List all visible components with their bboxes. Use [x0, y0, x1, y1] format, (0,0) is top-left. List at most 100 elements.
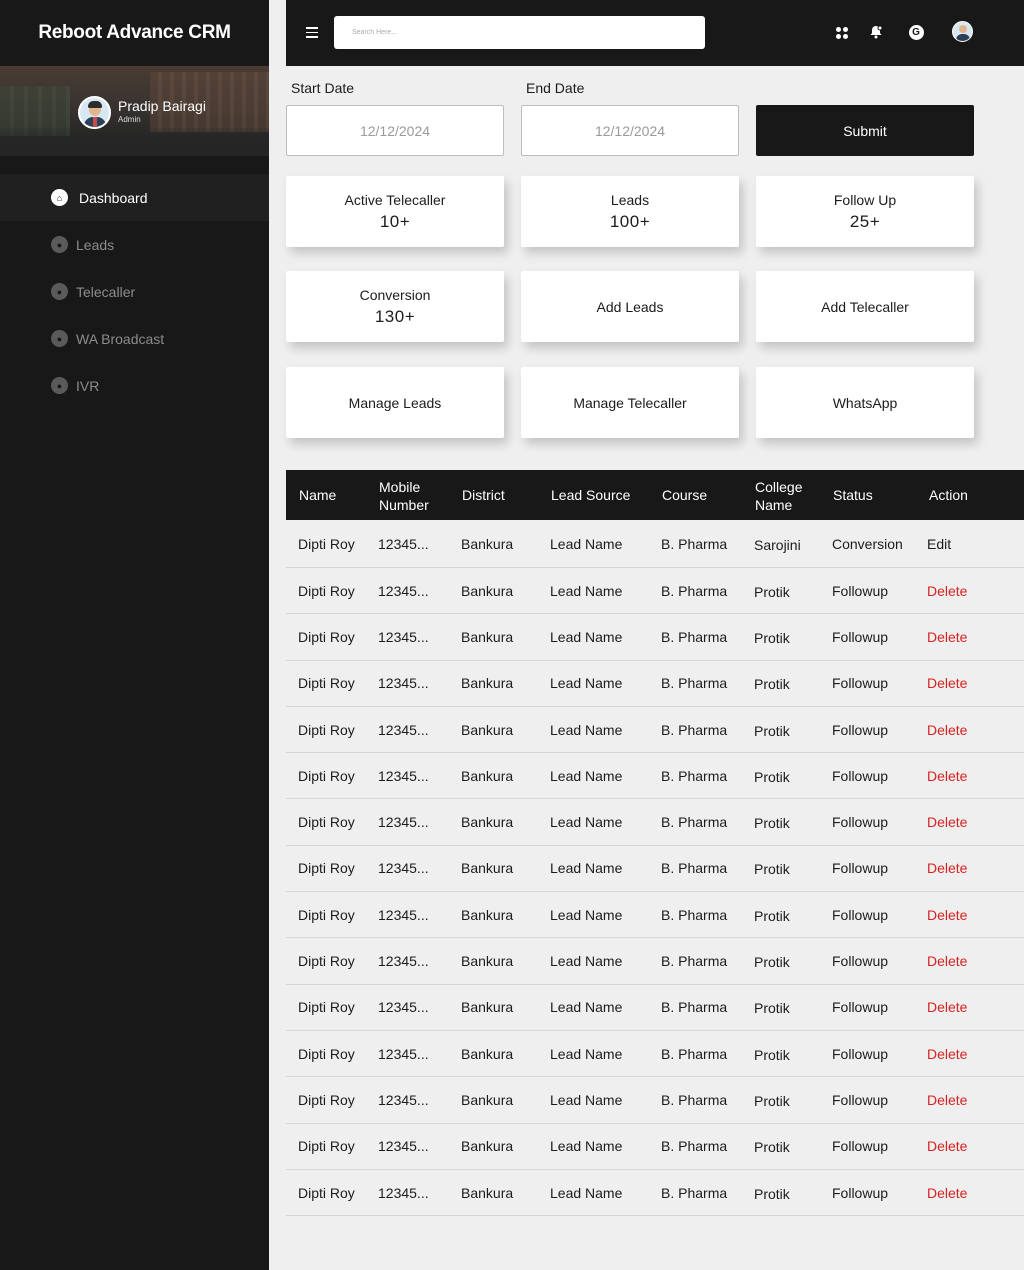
card-value: 10+: [379, 211, 411, 231]
sidebar-item-dashboard[interactable]: ⌂ Dashboard: [0, 174, 269, 221]
cell-name: Dipti Roy: [298, 1184, 355, 1201]
cell-mobile: 12345...: [378, 1091, 429, 1108]
cell-lead-source: Lead Name: [550, 1184, 623, 1201]
card-label: Leads: [610, 191, 650, 208]
cell-mobile: 12345...: [378, 999, 429, 1016]
user-avatar[interactable]: [952, 21, 973, 42]
delete-button[interactable]: Delete: [927, 907, 967, 923]
manage-telecaller-button[interactable]: Manage Telecaller: [521, 367, 739, 438]
table-row[interactable]: Dipti Roy 12345... Bankura Lead Name B. Phar…: [286, 753, 1024, 800]
card-leads[interactable]: Leads 100+: [521, 176, 739, 247]
delete-button[interactable]: Delete: [927, 999, 967, 1015]
cell-college: Protik: [754, 1092, 790, 1109]
home-icon: ⌂: [51, 189, 68, 206]
delete-button[interactable]: Delete: [927, 722, 967, 738]
delete-button[interactable]: Delete: [927, 1185, 967, 1201]
delete-button[interactable]: Delete: [927, 814, 967, 830]
cell-lead-source: Lead Name: [550, 1091, 623, 1108]
delete-button[interactable]: Delete: [927, 675, 967, 691]
table-row[interactable]: Dipti Roy 12345... Bankura Lead Name B. Phar…: [286, 707, 1024, 754]
delete-button[interactable]: Delete: [927, 1046, 967, 1062]
card-label: Add Leads: [596, 298, 664, 315]
table-row[interactable]: Dipti Roy 12345... Bankura Lead Name B. Phar…: [286, 520, 1024, 568]
delete-button[interactable]: Delete: [927, 583, 967, 599]
table-row[interactable]: Dipti Roy 12345... Bankura Lead Name B. Phar…: [286, 568, 1024, 615]
edit-button[interactable]: Edit: [927, 536, 951, 552]
cell-status: Followup: [832, 1091, 889, 1108]
table-row[interactable]: Dipti Roy 12345... Bankura Lead Name B. Phar…: [286, 985, 1024, 1031]
sidebar-item-telecaller[interactable]: ● Telecaller: [0, 268, 269, 315]
cell-name: Dipti Roy: [298, 767, 355, 784]
cell-status: Followup: [832, 1138, 889, 1155]
notification-bell-icon[interactable]: [868, 24, 884, 40]
menu-icon[interactable]: [306, 27, 318, 38]
cell-district: Bankura: [461, 535, 514, 552]
table-row[interactable]: Dipti Roy 12345... Bankura Lead Name B. Phar…: [286, 1170, 1024, 1217]
delete-button[interactable]: Delete: [927, 860, 967, 876]
cell-district: Bankura: [461, 1184, 514, 1201]
apps-grid-icon[interactable]: [836, 27, 848, 39]
cell-college: Protik: [754, 954, 790, 971]
add-leads-button[interactable]: Add Leads: [521, 271, 739, 342]
card-follow-up[interactable]: Follow Up 25+: [756, 176, 974, 247]
manage-leads-button[interactable]: Manage Leads: [286, 367, 504, 438]
card-label: Manage Leads: [348, 394, 442, 411]
delete-button[interactable]: Delete: [927, 629, 967, 645]
cell-college: Protik: [754, 1046, 790, 1063]
table-row[interactable]: Dipti Roy 12345... Bankura Lead Name B. Phar…: [286, 1031, 1024, 1078]
table-row[interactable]: Dipti Roy 12345... Bankura Lead Name B. Phar…: [286, 661, 1024, 707]
cell-course: B. Pharma: [661, 999, 728, 1016]
table-row[interactable]: Dipti Roy 12345... Bankura Lead Name B. Phar…: [286, 1077, 1024, 1124]
cell-status: Followup: [832, 814, 889, 831]
add-telecaller-button[interactable]: Add Telecaller: [756, 271, 974, 342]
cell-district: Bankura: [461, 675, 514, 692]
cell-status: Followup: [832, 860, 889, 877]
delete-button[interactable]: Delete: [927, 953, 967, 969]
delete-button[interactable]: Delete: [927, 1092, 967, 1108]
cell-lead-source: Lead Name: [550, 1045, 623, 1062]
start-date-field[interactable]: 12/12/2024: [286, 105, 504, 156]
table-row[interactable]: Dipti Roy 12345... Bankura Lead Name B. Phar…: [286, 938, 1024, 985]
profile-name: Pradip Bairagi: [118, 98, 206, 114]
delete-button[interactable]: Delete: [927, 768, 967, 784]
submit-button[interactable]: Submit: [756, 105, 974, 156]
cell-name: Dipti Roy: [298, 582, 355, 599]
column-header: College Name: [755, 479, 803, 513]
cell-name: Dipti Roy: [298, 999, 355, 1016]
sidebar-item-wa-broadcast[interactable]: ● WA Broadcast: [0, 315, 269, 362]
cell-lead-source: Lead Name: [550, 1138, 623, 1155]
end-date-label: End Date: [526, 80, 585, 96]
whatsapp-button[interactable]: WhatsApp: [756, 367, 974, 438]
cell-status: Followup: [832, 675, 889, 692]
end-date-field[interactable]: 12/12/2024: [521, 105, 739, 156]
delete-button[interactable]: Delete: [927, 1138, 967, 1154]
cell-college: Protik: [754, 583, 790, 600]
table-row[interactable]: Dipti Roy 12345... Bankura Lead Name B. Phar…: [286, 614, 1024, 661]
cell-status: Followup: [832, 1045, 889, 1062]
avatar[interactable]: [78, 96, 111, 129]
cell-college: Protik: [754, 1139, 790, 1156]
cell-mobile: 12345...: [378, 628, 429, 645]
table-row[interactable]: Dipti Roy 12345... Bankura Lead Name B. Phar…: [286, 846, 1024, 893]
table-row[interactable]: Dipti Roy 12345... Bankura Lead Name B. Phar…: [286, 892, 1024, 939]
cell-mobile: 12345...: [378, 860, 429, 877]
sidebar-item-leads[interactable]: ● Leads: [0, 221, 269, 268]
table-body: Dipti Roy 12345... Bankura Lead Name B. Phar…: [286, 520, 1024, 1217]
google-icon[interactable]: G: [908, 24, 924, 40]
sidebar-item-label: Dashboard: [79, 189, 148, 206]
top-bar: G: [286, 0, 1024, 66]
cell-mobile: 12345...: [378, 767, 429, 784]
table-row[interactable]: Dipti Roy 12345... Bankura Lead Name B. Phar…: [286, 1124, 1024, 1170]
cell-district: Bankura: [461, 582, 514, 599]
card-conversion[interactable]: Conversion 130+: [286, 271, 504, 342]
card-active-telecaller[interactable]: Active Telecaller 10+: [286, 176, 504, 247]
sidebar-item-ivr[interactable]: ● IVR: [0, 362, 269, 409]
cell-district: Bankura: [461, 906, 514, 923]
search-input[interactable]: [334, 16, 705, 49]
column-header: Name: [299, 487, 337, 503]
cell-course: B. Pharma: [661, 1138, 728, 1155]
cell-course: B. Pharma: [661, 721, 728, 738]
cell-mobile: 12345...: [378, 535, 429, 552]
table-row[interactable]: Dipti Roy 12345... Bankura Lead Name B. Phar…: [286, 799, 1024, 846]
card-label: Follow Up: [833, 191, 897, 208]
